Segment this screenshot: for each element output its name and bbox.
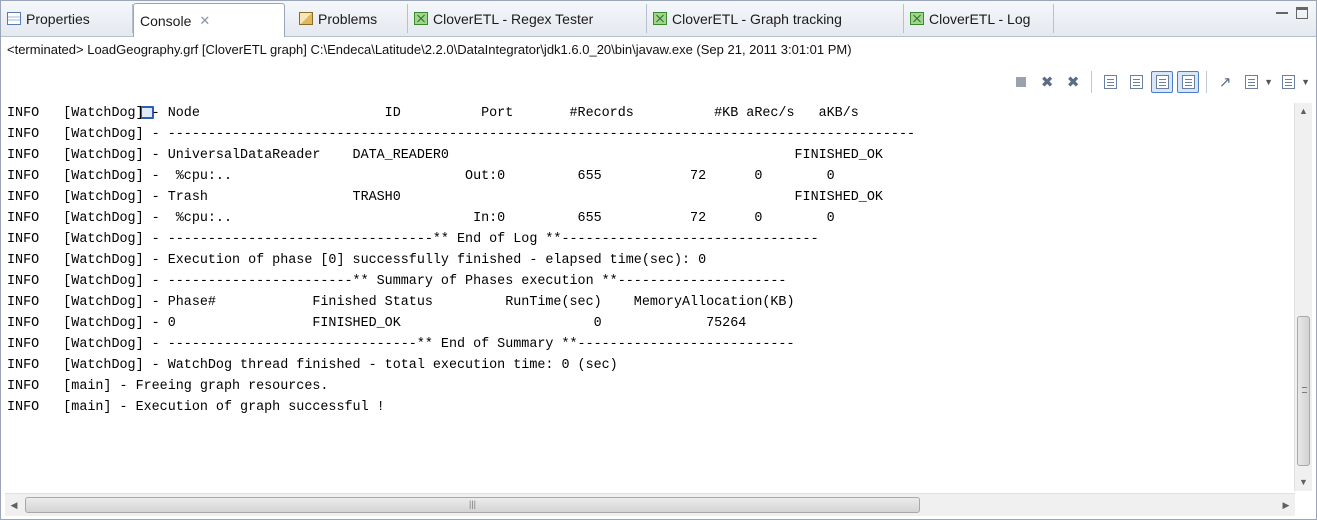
scroll-left-icon[interactable]: ◀ bbox=[5, 494, 23, 516]
console-line: INFO [WatchDog] - Node ID Port #Records … bbox=[7, 106, 859, 121]
view-tab-bar: Properties Console ✕ Problems CloverETL … bbox=[1, 1, 1316, 119]
scroll-up-icon[interactable]: ▲ bbox=[1295, 103, 1312, 120]
console-output[interactable]: INFO [WatchDog] - Node ID Port #Records … bbox=[7, 103, 1295, 491]
scroll-down-icon[interactable]: ▼ bbox=[1295, 474, 1312, 491]
tab-graph-tracking[interactable]: CloverETL - Graph tracking bbox=[647, 4, 904, 33]
console-line: INFO [WatchDog] - %cpu:.. Out:0 655 72 0… bbox=[7, 169, 835, 184]
tab-log[interactable]: CloverETL - Log bbox=[904, 4, 1054, 33]
tab-label: CloverETL - Log bbox=[929, 10, 1031, 27]
tab-problems[interactable]: Problems bbox=[293, 4, 408, 33]
clear-console-icon[interactable] bbox=[1099, 71, 1121, 93]
console-toolbar: ✖ ✖ ↗ ▼ ▼ bbox=[1010, 63, 1310, 101]
problems-icon bbox=[299, 12, 313, 25]
console-line: INFO [WatchDog] - Execution of phase [0]… bbox=[7, 253, 707, 268]
console-line: INFO [WatchDog] - UniversalDataReader DA… bbox=[7, 148, 883, 163]
console-line: INFO [WatchDog] - Phase# Finished Status… bbox=[7, 295, 795, 310]
chevron-down-icon[interactable]: ▼ bbox=[1301, 77, 1310, 87]
tab-label: Problems bbox=[318, 10, 378, 27]
properties-icon bbox=[7, 12, 21, 25]
minimize-icon[interactable] bbox=[1276, 7, 1288, 14]
vertical-scrollbar[interactable]: ▲ ▼ bbox=[1294, 103, 1312, 491]
console-line: INFO [WatchDog] - ----------------------… bbox=[7, 232, 819, 247]
vertical-scroll-thumb[interactable] bbox=[1297, 316, 1310, 466]
maximize-icon[interactable] bbox=[1296, 7, 1308, 19]
console-line: INFO [WatchDog] - ----------------------… bbox=[7, 274, 787, 289]
remove-all-terminated-icon[interactable]: ✖ bbox=[1062, 71, 1084, 93]
horizontal-scrollbar[interactable]: ◀ ||| ▶ bbox=[5, 493, 1295, 516]
console-view: Properties Console ✕ Problems CloverETL … bbox=[0, 0, 1317, 520]
terminate-icon[interactable] bbox=[1010, 71, 1032, 93]
pin-console-icon[interactable]: ↗ bbox=[1214, 71, 1236, 93]
tab-label: CloverETL - Regex Tester bbox=[433, 10, 594, 27]
console-line: INFO [main] - Execution of graph success… bbox=[7, 400, 385, 415]
console-line: INFO [WatchDog] - ----------------------… bbox=[7, 337, 795, 352]
tab-regex-tester[interactable]: CloverETL - Regex Tester bbox=[408, 4, 647, 33]
tab-console[interactable]: Console ✕ bbox=[133, 3, 285, 119]
horizontal-scroll-thumb[interactable]: ||| bbox=[25, 497, 920, 513]
console-line: INFO [WatchDog] - WatchDog thread finish… bbox=[7, 358, 618, 373]
tab-label: Console bbox=[140, 12, 192, 29]
tab-properties[interactable]: Properties bbox=[1, 4, 133, 33]
window-controls bbox=[1276, 7, 1308, 19]
console-line: INFO [WatchDog] - ----------------------… bbox=[7, 127, 916, 142]
console-line: INFO [WatchDog] - %cpu:.. In:0 655 72 0 … bbox=[7, 211, 835, 226]
clover-icon bbox=[414, 12, 428, 25]
show-console-on-output-icon[interactable] bbox=[1151, 71, 1174, 93]
console-line: INFO [main] - Freeing graph resources. bbox=[7, 379, 329, 394]
toolbar-separator bbox=[1091, 71, 1093, 93]
close-icon[interactable]: ✕ bbox=[199, 13, 210, 29]
clover-icon bbox=[653, 12, 667, 25]
tab-label: Properties bbox=[26, 10, 90, 27]
console-line: INFO [WatchDog] - Trash TRASH0 FINISHED_… bbox=[7, 190, 883, 205]
remove-launch-icon[interactable]: ✖ bbox=[1036, 71, 1058, 93]
scroll-right-icon[interactable]: ▶ bbox=[1277, 494, 1295, 516]
show-console-on-error-icon[interactable] bbox=[1177, 71, 1200, 93]
process-description: <terminated> LoadGeography.grf [CloverET… bbox=[1, 37, 1316, 62]
chevron-down-icon[interactable]: ▼ bbox=[1264, 77, 1273, 87]
display-selected-console-icon[interactable] bbox=[1240, 71, 1262, 93]
scroll-lock-icon[interactable] bbox=[1125, 71, 1147, 93]
toolbar-separator bbox=[1206, 71, 1208, 93]
clover-icon bbox=[910, 12, 924, 25]
open-console-icon[interactable] bbox=[1277, 71, 1299, 93]
tab-label: CloverETL - Graph tracking bbox=[672, 10, 842, 27]
console-line: INFO [WatchDog] - 0 FINISHED_OK 0 75264 bbox=[7, 316, 747, 331]
